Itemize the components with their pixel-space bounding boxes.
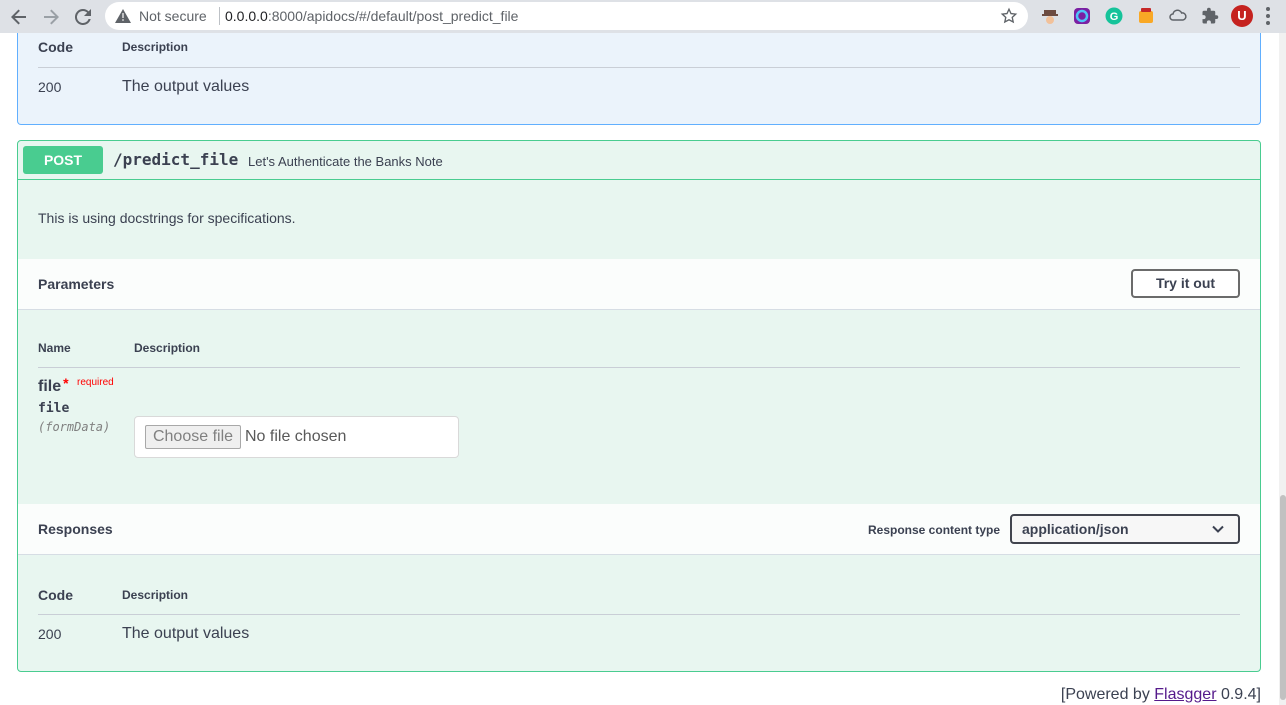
spy-extension-icon[interactable] <box>1041 7 1059 25</box>
param-description-header: Description <box>134 341 201 355</box>
response-code: 200 <box>38 626 62 642</box>
try-it-out-button[interactable]: Try it out <box>1131 269 1240 298</box>
http-method-badge: POST <box>23 146 103 174</box>
responses-description-header: Description <box>122 588 189 602</box>
previous-operation-responses: Code Description 200 The output values <box>17 33 1261 125</box>
param-table-divider <box>38 367 1240 368</box>
operation-description: This is using docstrings for specificati… <box>38 210 296 226</box>
response-content-type-label: Response content type <box>868 523 1001 537</box>
address-bar[interactable]: Not secure 0.0.0.0:8000/apidocs/#/defaul… <box>105 2 1028 30</box>
back-button[interactable] <box>7 5 31 29</box>
parameters-section-header: Parameters Try it out <box>18 259 1260 310</box>
file-upload-input[interactable]: Choose file No file chosen <box>134 416 459 458</box>
operation-summary-text: Let's Authenticate the Banks Note <box>248 154 443 169</box>
honey-extension-icon[interactable] <box>1137 7 1155 25</box>
url-path: :8000/apidocs/#/default/post_predict_fil… <box>267 8 519 24</box>
operation-summary[interactable]: POST /predict_file Let's Authenticate th… <box>18 141 1260 180</box>
response-code: 200 <box>38 79 62 95</box>
extension-cloud-icon[interactable] <box>1169 7 1187 25</box>
grammarly-extension-icon[interactable]: G <box>1105 7 1123 25</box>
swagger-page: Code Description 200 The output values P… <box>0 33 1286 705</box>
page-scrollbar-thumb[interactable] <box>1280 495 1286 700</box>
extensions-puzzle-icon[interactable] <box>1201 7 1219 25</box>
warning-icon <box>115 9 131 23</box>
responses-section-header: Responses Response content type applicat… <box>18 504 1260 555</box>
param-name-text: file <box>38 378 62 395</box>
footer-suffix: 0.9.4] <box>1216 686 1261 703</box>
param-type: file <box>38 401 70 416</box>
color-picker-extension-icon[interactable] <box>1073 7 1091 25</box>
operation-path: /predict_file <box>113 150 239 169</box>
powered-by-footer: [Powered by Flasgger 0.9.4] <box>1061 686 1261 704</box>
flasgger-link[interactable]: Flasgger <box>1154 686 1216 703</box>
responses-table-divider <box>38 614 1240 615</box>
profile-avatar[interactable]: U <box>1231 5 1253 27</box>
responses-description-header: Description <box>122 40 189 54</box>
reload-button[interactable] <box>71 5 95 29</box>
parameters-title: Parameters <box>38 276 115 292</box>
param-location: (formData) <box>38 420 111 434</box>
param-name: file * <box>38 375 69 396</box>
table-divider <box>38 67 1240 68</box>
chevron-down-icon <box>1212 525 1224 533</box>
responses-title: Responses <box>38 521 113 537</box>
choose-file-button[interactable]: Choose file <box>145 425 241 449</box>
bookmark-star-icon[interactable] <box>1000 7 1018 25</box>
svg-text:G: G <box>1110 11 1119 23</box>
response-description: The output values <box>122 625 250 642</box>
responses-code-header: Code <box>38 39 73 55</box>
browser-menu-icon[interactable] <box>1266 7 1270 25</box>
url-text: 0.0.0.0:8000/apidocs/#/default/post_pred… <box>225 8 518 24</box>
forward-button[interactable] <box>39 5 63 29</box>
responses-code-header: Code <box>38 587 73 603</box>
omnibox-separator <box>219 7 220 25</box>
back-arrow-icon <box>11 9 26 25</box>
browser-toolbar: Not secure 0.0.0.0:8000/apidocs/#/defaul… <box>0 0 1286 33</box>
response-description: The output values <box>122 78 250 95</box>
required-star: * <box>63 375 69 391</box>
forward-arrow-icon <box>44 9 59 25</box>
no-file-chosen-text: No file chosen <box>245 428 347 445</box>
param-name-header: Name <box>38 341 71 355</box>
response-content-type-select[interactable]: application/json <box>1010 514 1240 544</box>
operation-post-predict-file: POST /predict_file Let's Authenticate th… <box>17 140 1261 672</box>
reload-icon <box>75 9 91 25</box>
content-type-value: application/json <box>1022 521 1129 537</box>
url-host: 0.0.0.0 <box>225 8 268 24</box>
footer-prefix: [Powered by <box>1060 686 1155 703</box>
security-label: Not secure <box>139 8 207 24</box>
param-required-label: required <box>77 377 114 388</box>
